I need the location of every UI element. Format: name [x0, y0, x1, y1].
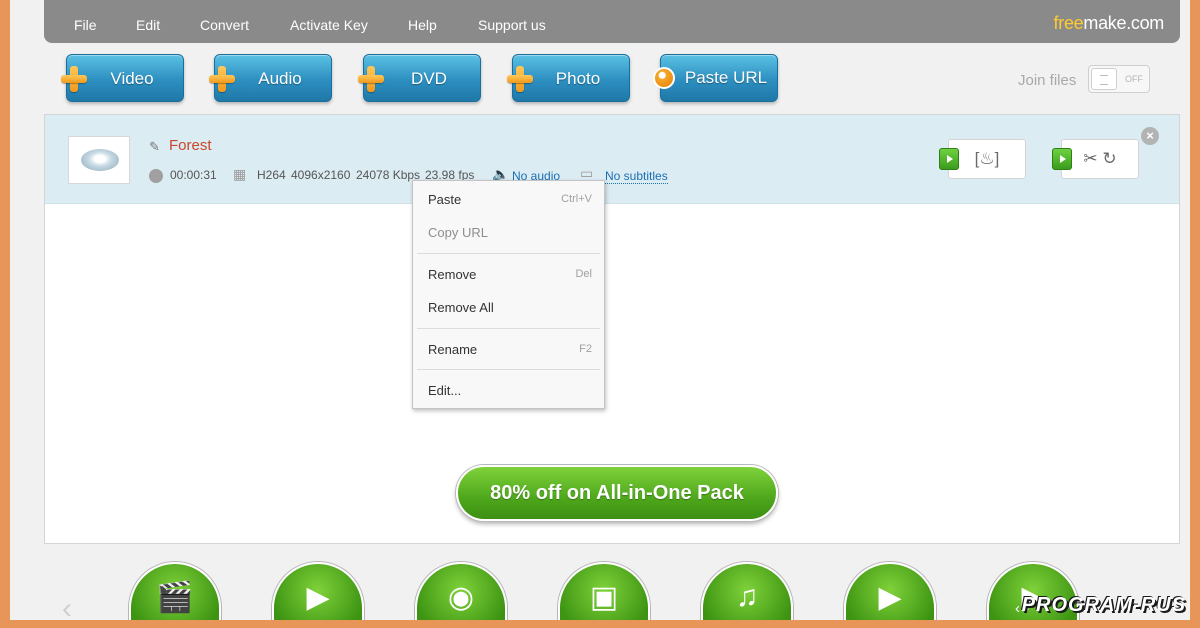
ctx-remove-all[interactable]: Remove All [413, 294, 604, 322]
video-effects-button[interactable]: [♨] [939, 139, 1026, 179]
chevron-left-icon[interactable]: ‹ [62, 592, 72, 620]
format-apple[interactable]: ▣ [558, 562, 650, 620]
add-photo-label: Photo [555, 69, 601, 88]
menu-support-us[interactable]: Support us [478, 17, 546, 33]
join-files-toggle[interactable]: OFF [1088, 65, 1150, 93]
cut-video-button[interactable]: ✂ ↻ [1052, 139, 1139, 179]
film-icon: ▦ [233, 166, 247, 182]
add-dvd-label: DVD [411, 69, 447, 88]
menu-help[interactable]: Help [408, 17, 437, 33]
format-tv[interactable]: ▶ [844, 562, 936, 620]
windows-media-icon: ▶ [306, 581, 330, 614]
format-mp3[interactable]: ♫ [701, 562, 793, 620]
ctx-remove-all-label: Remove All [428, 300, 494, 315]
menu-bar: File Edit Convert Activate Key Help Supp… [44, 0, 1180, 43]
ctx-copy-url[interactable]: Copy URL [413, 219, 604, 247]
file-bitrate: 24078 Kbps [356, 168, 421, 182]
menu-edit[interactable]: Edit [136, 17, 160, 33]
menu-file[interactable]: File [74, 17, 97, 33]
ctx-paste[interactable]: Paste Ctrl+V [413, 186, 604, 214]
brand-logo[interactable]: freemake.com [1053, 13, 1165, 34]
add-photo-button[interactable]: Photo [507, 54, 630, 102]
clapperboard-icon: 🎬 [156, 581, 194, 614]
file-resolution: 4096x2160 [291, 168, 351, 182]
promo-button[interactable]: 80% off on All-in-One Pack [456, 465, 778, 521]
tv-icon: ▶ [878, 581, 902, 614]
device-icon: ▣ [589, 581, 619, 614]
clock-icon [149, 169, 163, 183]
menu-convert[interactable]: Convert [200, 17, 249, 33]
menu-separator [417, 253, 600, 254]
menu-separator [417, 328, 600, 329]
scissors-icon: ✂ ↻ [1083, 149, 1117, 168]
ctx-remove-shortcut: Del [575, 268, 592, 280]
paste-url-button[interactable]: Paste URL [653, 54, 778, 102]
file-duration: 00:00:31 [170, 168, 217, 182]
ctx-paste-shortcut: Ctrl+V [561, 193, 592, 205]
file-list-area: ✎ Forest 00:00:31 ▦ H264 4096x2160 24078… [44, 114, 1180, 544]
brand-prefix: free [1053, 13, 1084, 33]
file-name[interactable]: Forest [169, 137, 212, 154]
ctx-remove[interactable]: Remove Del [413, 261, 604, 289]
format-wmv[interactable]: ▶ [272, 562, 364, 620]
toggle-state-label: OFF [1125, 74, 1143, 84]
subtitles-link[interactable]: No subtitles [605, 169, 668, 184]
add-video-button[interactable]: Video [61, 54, 184, 102]
menu-separator [417, 369, 600, 370]
watermark: PROGRAM-RUS [1021, 594, 1186, 616]
toggle-knob [1091, 68, 1117, 90]
file-codec: H264 [257, 168, 286, 182]
menu-activate-key[interactable]: Activate Key [290, 17, 368, 33]
pencil-icon[interactable]: ✎ [149, 139, 160, 155]
add-video-label: Video [110, 69, 154, 88]
add-audio-button[interactable]: Audio [209, 54, 332, 102]
ctx-remove-label: Remove [428, 267, 477, 282]
format-dvd[interactable]: ◉ [415, 562, 507, 620]
ctx-copy-url-label: Copy URL [428, 225, 488, 240]
add-audio-label: Audio [258, 69, 302, 88]
ctx-edit-label: Edit... [428, 383, 462, 398]
add-dvd-button[interactable]: DVD [358, 54, 481, 102]
join-files-label: Join files [1018, 72, 1077, 89]
disc-icon [81, 149, 119, 171]
brand-suffix: make.com [1083, 13, 1164, 33]
paste-url-label: Paste URL [684, 68, 768, 87]
disc-icon: ◉ [447, 581, 475, 614]
effects-icon: [♨] [974, 149, 1000, 168]
format-avi[interactable]: 🎬 [129, 562, 221, 620]
video-thumbnail [68, 136, 130, 184]
close-icon[interactable]: × [1141, 127, 1159, 145]
context-menu: Paste Ctrl+V Copy URL Remove Del Remove … [412, 180, 605, 409]
ctx-edit[interactable]: Edit... [413, 377, 604, 405]
headphones-icon: ♫ [735, 580, 759, 613]
ctx-rename-label: Rename [428, 342, 478, 357]
ctx-rename-shortcut: F2 [579, 343, 592, 355]
file-row[interactable]: ✎ Forest 00:00:31 ▦ H264 4096x2160 24078… [45, 115, 1179, 204]
ctx-rename[interactable]: Rename F2 [413, 336, 604, 364]
ctx-paste-label: Paste [428, 192, 462, 207]
